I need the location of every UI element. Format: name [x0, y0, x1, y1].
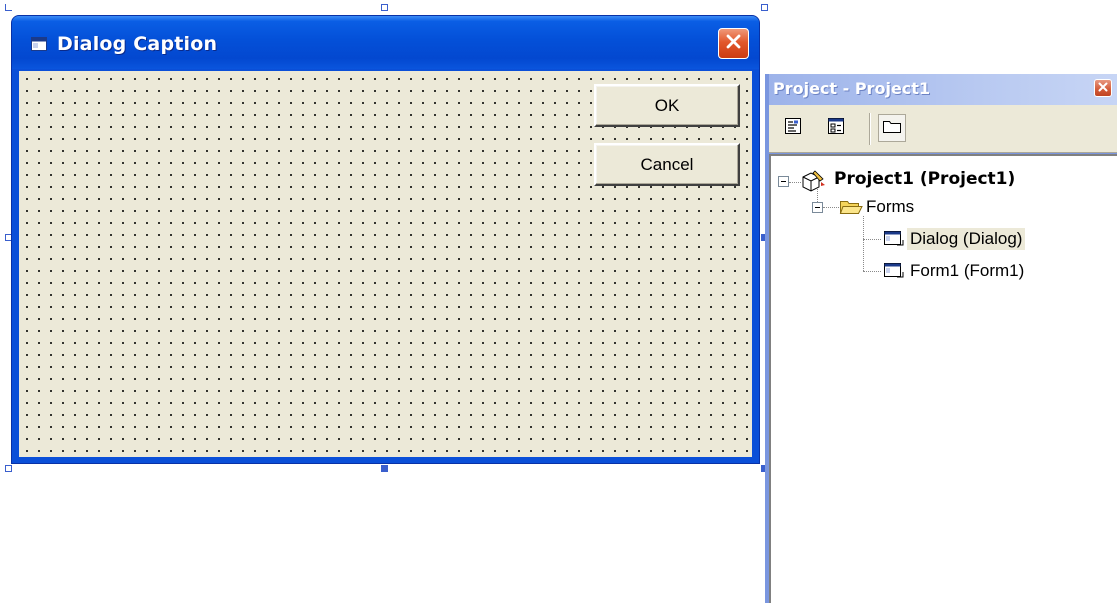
close-icon	[1098, 79, 1108, 97]
project-explorer-titlebar[interactable]: Project - Project1	[769, 74, 1117, 105]
project-explorer-window: Project - Project1 Project1 (Project1) F…	[765, 74, 1117, 603]
tree-connector	[863, 271, 881, 272]
open-folder-icon	[839, 198, 863, 221]
project-tree[interactable]: Project1 (Project1) Forms Dialog (Dialog…	[769, 154, 1117, 603]
project-explorer-title: Project - Project1	[773, 79, 931, 98]
toolbar-separator	[869, 113, 871, 145]
resize-handle-bottom[interactable]	[381, 465, 388, 472]
view-code-icon	[784, 117, 802, 140]
resize-handle-top-left[interactable]	[5, 4, 12, 11]
project-explorer-toolbar	[769, 105, 1117, 153]
project-icon	[801, 169, 827, 198]
cancel-button[interactable]: Cancel	[594, 143, 740, 186]
dialog-titlebar[interactable]: Dialog Caption	[12, 16, 759, 69]
vb-ide-workspace: Dialog Caption OK Cancel Project - Proje…	[0, 0, 1117, 603]
resize-handle-bottom-left[interactable]	[5, 465, 12, 472]
tree-connector	[863, 239, 881, 240]
tree-node-forms[interactable]: Forms	[863, 196, 917, 218]
folder-icon	[882, 118, 902, 139]
tree-connector	[863, 216, 864, 271]
form-icon	[31, 37, 47, 51]
form-icon	[883, 262, 905, 285]
tree-collapse-forms[interactable]	[812, 202, 823, 213]
tree-node-form1[interactable]: Form1 (Form1)	[907, 260, 1027, 282]
resize-handle-top-right[interactable]	[761, 4, 768, 11]
project-explorer-close-button[interactable]	[1094, 79, 1112, 97]
close-icon	[725, 33, 742, 55]
tree-collapse-root[interactable]	[778, 176, 789, 187]
dialog-title: Dialog Caption	[57, 33, 218, 55]
toggle-folders-button[interactable]	[878, 114, 906, 142]
view-object-button[interactable]	[822, 114, 850, 142]
tree-node-dialog[interactable]: Dialog (Dialog)	[907, 228, 1026, 250]
tree-connector	[789, 182, 801, 183]
resize-handle-top[interactable]	[381, 4, 388, 11]
dialog-design-grid[interactable]: OK Cancel	[19, 71, 752, 457]
dialog-close-button[interactable]	[718, 28, 749, 59]
form-icon	[883, 230, 905, 253]
ok-button[interactable]: OK	[594, 84, 740, 127]
view-object-icon	[827, 117, 845, 140]
tree-node-project[interactable]: Project1 (Project1)	[831, 168, 1018, 190]
dialog-form[interactable]: Dialog Caption OK Cancel	[11, 15, 760, 464]
view-code-button[interactable]	[779, 114, 807, 142]
